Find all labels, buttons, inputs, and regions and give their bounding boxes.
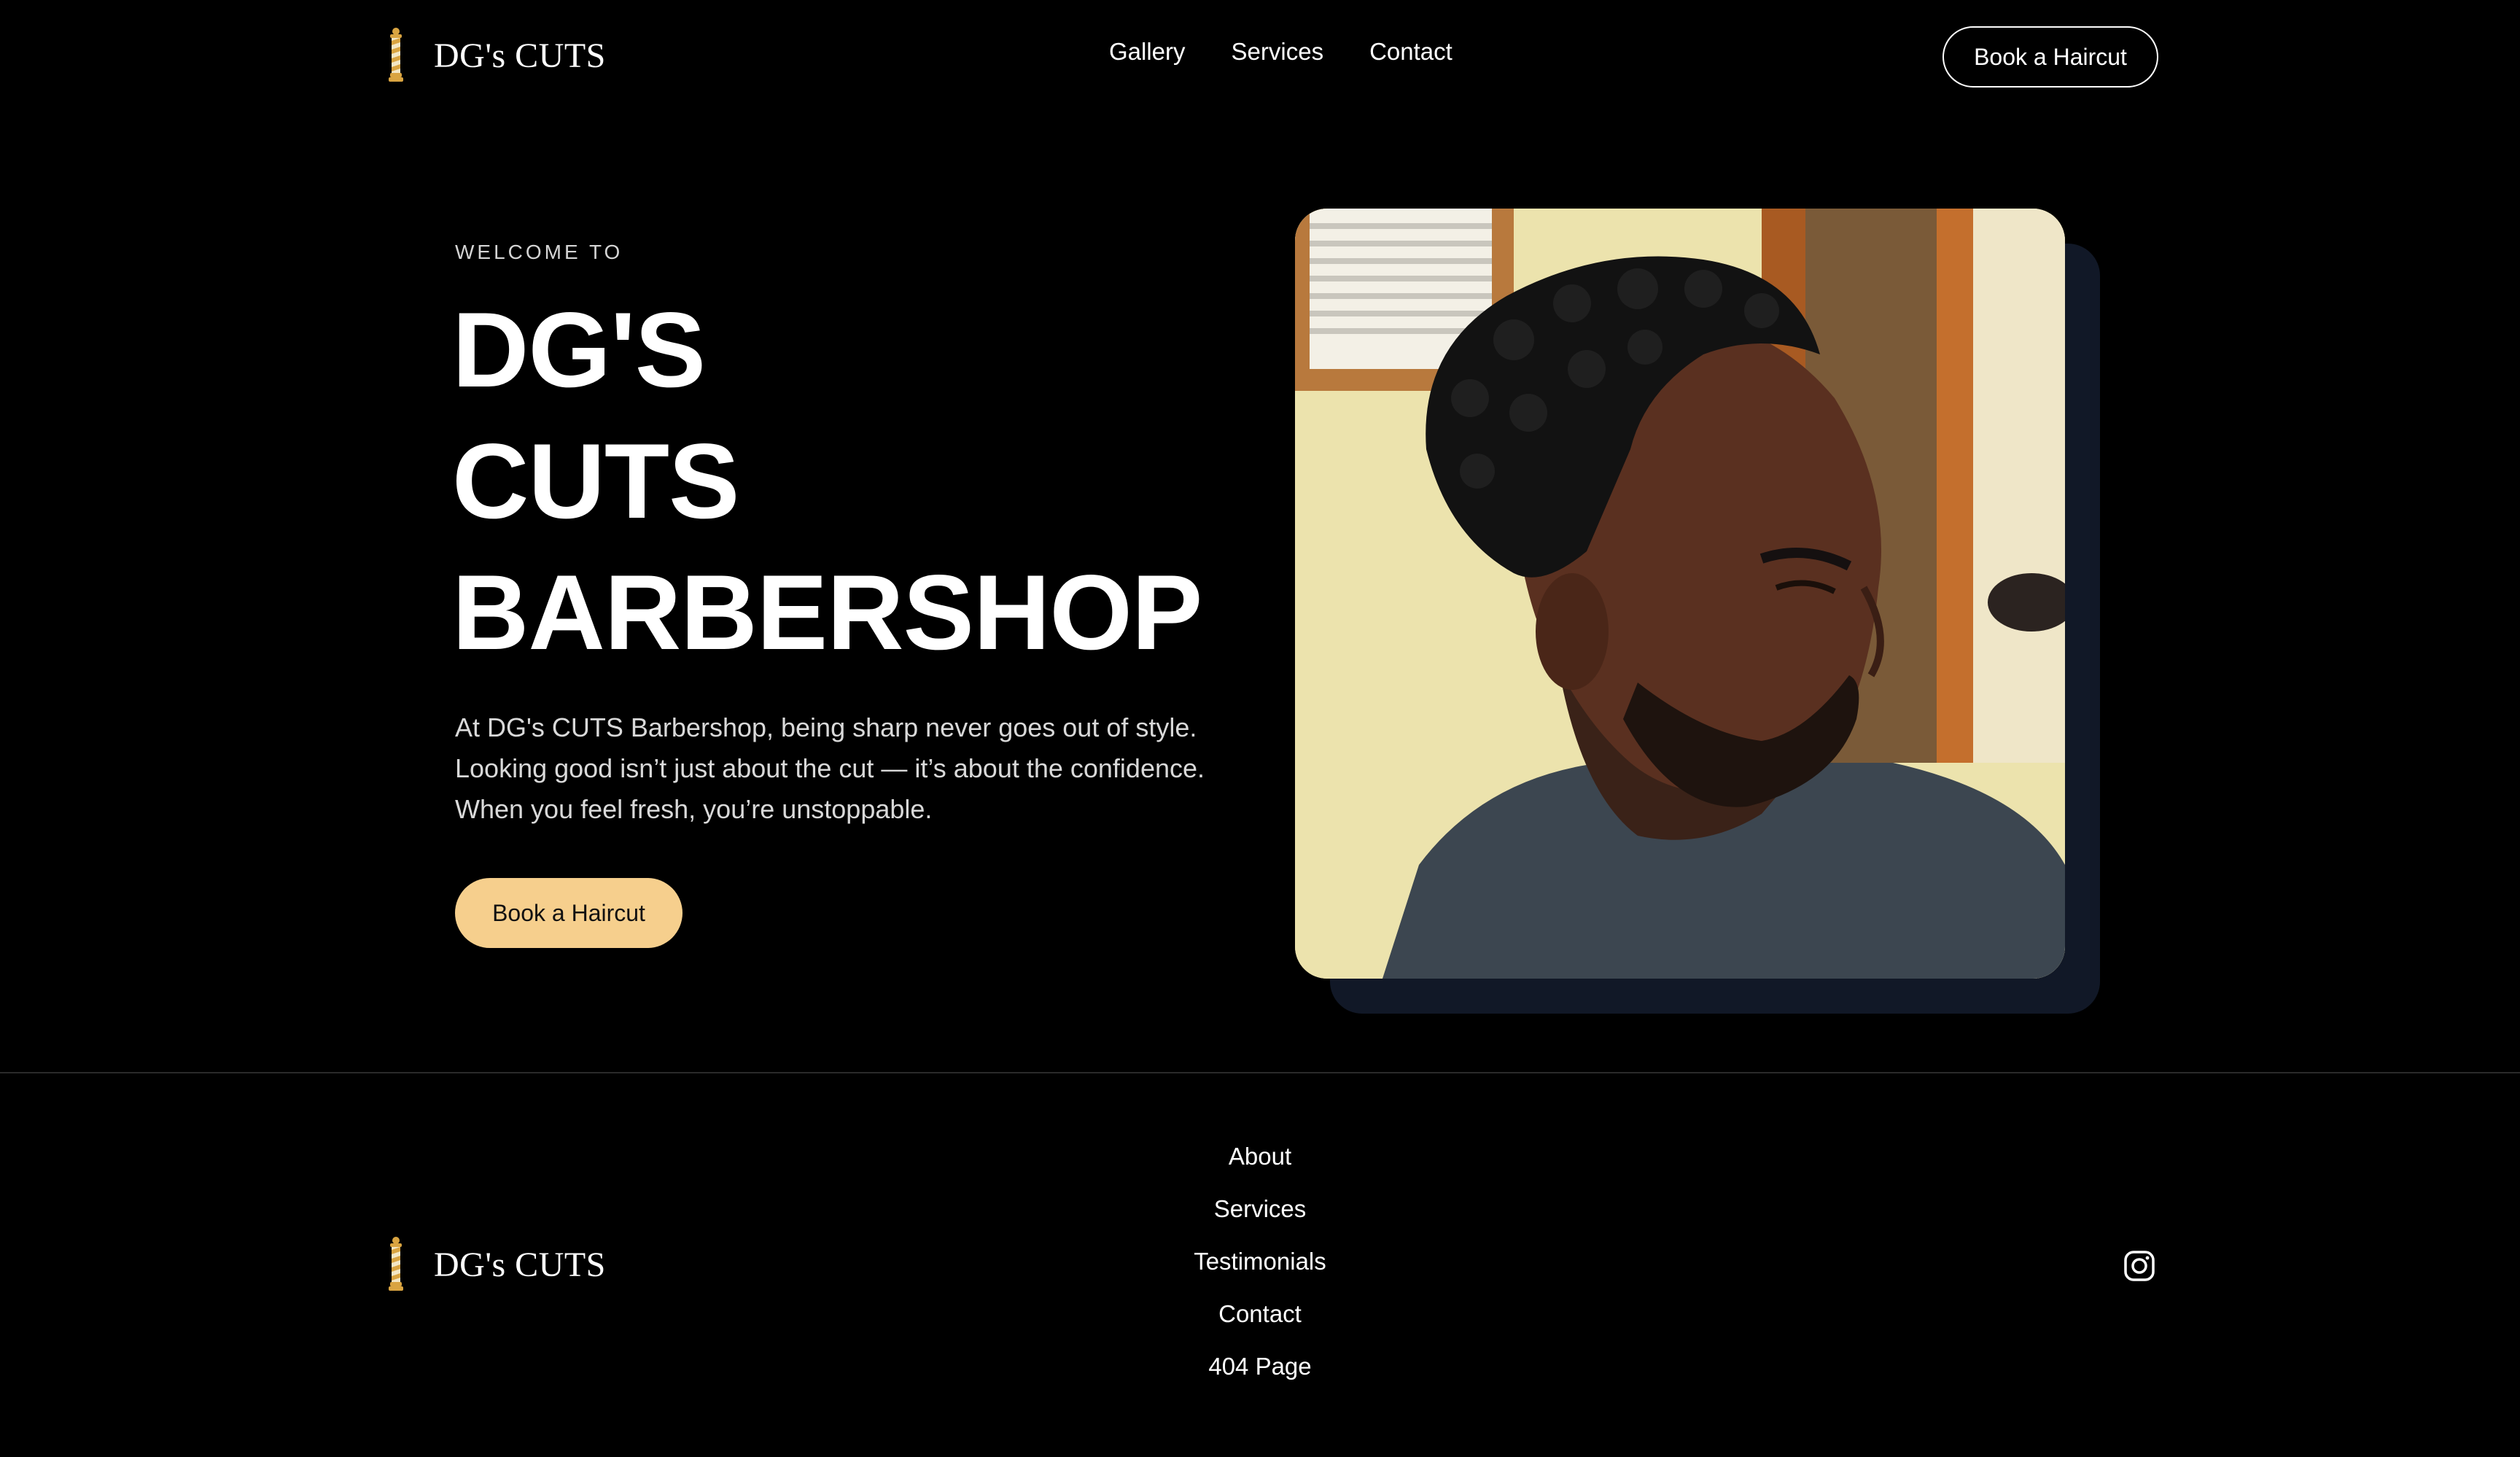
hero-title-line: BARBERSHOP — [452, 553, 1202, 672]
instagram-icon[interactable] — [2123, 1250, 2155, 1282]
hero-description-line: Looking good isn’t just about the cut — … — [455, 753, 1205, 783]
hero-book-haircut-button[interactable]: Book a Haircut — [455, 878, 682, 948]
footer-nav: About Services Testimonials Contact 404 … — [1114, 1143, 1406, 1380]
footer-link-contact[interactable]: Contact — [1218, 1301, 1302, 1327]
hero-description-line: When you feel fresh, you’re unstoppable. — [455, 794, 933, 824]
hero-description: At DG's CUTS Barbershop, being sharp nev… — [455, 707, 1242, 830]
hero-eyebrow: WELCOME TO — [455, 241, 623, 263]
brand-logo[interactable]: DG's CUTS — [386, 28, 606, 83]
barber-pole-icon — [389, 1237, 403, 1291]
footer-link-testimonials[interactable]: Testimonials — [1194, 1248, 1326, 1275]
main-nav: Gallery Services Contact — [1109, 38, 1452, 66]
site-header: DG's CUTS Gallery Services Contact Book … — [0, 0, 2520, 114]
header-book-haircut-button[interactable]: Book a Haircut — [1942, 26, 2158, 88]
footer-brand-name: DG's CUTS — [434, 1245, 606, 1284]
hero-title-line: DG'S — [452, 290, 706, 409]
footer-link-404[interactable]: 404 Page — [1208, 1353, 1311, 1380]
nav-services[interactable]: Services — [1232, 38, 1324, 66]
barber-pole-icon — [389, 28, 403, 82]
hero-description-line: At DG's CUTS Barbershop, being sharp nev… — [455, 712, 1197, 742]
section-divider — [0, 1072, 2520, 1073]
nav-gallery[interactable]: Gallery — [1109, 38, 1186, 66]
hero-photo — [1295, 209, 2065, 979]
brand-name: DG's CUTS — [434, 36, 606, 75]
footer-link-about[interactable]: About — [1229, 1143, 1291, 1170]
nav-contact[interactable]: Contact — [1369, 38, 1452, 66]
footer-brand-logo[interactable]: DG's CUTS — [386, 1237, 606, 1292]
haircut-photo-illustration — [1295, 209, 2065, 979]
footer-link-services[interactable]: Services — [1214, 1196, 1307, 1222]
hero-title-line: CUTS — [452, 421, 739, 540]
hero-title: DG'S CUTS BARBERSHOP — [452, 284, 1202, 678]
